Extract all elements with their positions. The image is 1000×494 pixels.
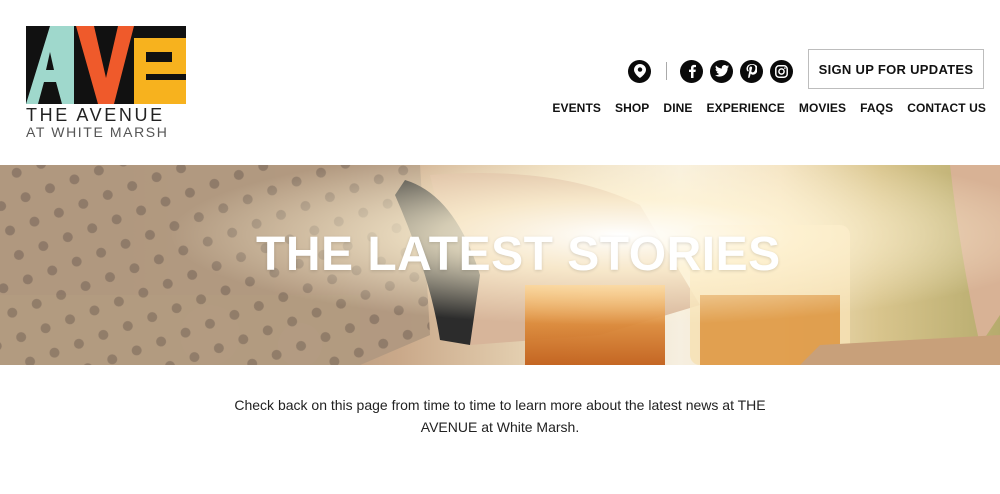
- hero-title: THE LATEST STORIES: [256, 228, 781, 281]
- pinterest-icon[interactable]: [740, 59, 763, 83]
- social-icons: [680, 59, 793, 83]
- nav-item-dine[interactable]: DINE: [663, 101, 692, 115]
- instagram-icon[interactable]: [770, 59, 793, 83]
- map-pin-icon[interactable]: [628, 59, 651, 83]
- nav-item-contact-us[interactable]: CONTACT US: [907, 101, 986, 115]
- main-nav: EVENTS SHOP DINE EXPERIENCE MOVIES FAQS …: [538, 101, 986, 115]
- nav-item-faqs[interactable]: FAQS: [860, 101, 893, 115]
- logo-line-1: THE AVENUE: [26, 105, 165, 125]
- nav-item-experience[interactable]: EXPERIENCE: [707, 101, 785, 115]
- logo-line-2: AT WHITE MARSH: [26, 124, 169, 140]
- site-logo[interactable]: THE AVENUE AT WHITE MARSH: [26, 26, 188, 140]
- nav-item-shop[interactable]: SHOP: [615, 101, 649, 115]
- nav-item-events[interactable]: EVENTS: [552, 101, 601, 115]
- facebook-icon[interactable]: [680, 59, 703, 83]
- header-icons: [628, 59, 651, 83]
- nav-item-movies[interactable]: MOVIES: [799, 101, 846, 115]
- twitter-icon[interactable]: [710, 59, 733, 83]
- intro-text: Check back on this page from time to tim…: [234, 397, 766, 435]
- sign-up-button[interactable]: SIGN UP FOR UPDATES: [808, 49, 984, 89]
- site-header: THE AVENUE AT WHITE MARSH SIGN UP FOR UP…: [0, 0, 1000, 165]
- hero-banner: THE LATEST STORIES: [0, 165, 1000, 365]
- logo-mark: [26, 26, 186, 104]
- icon-divider: [666, 62, 667, 80]
